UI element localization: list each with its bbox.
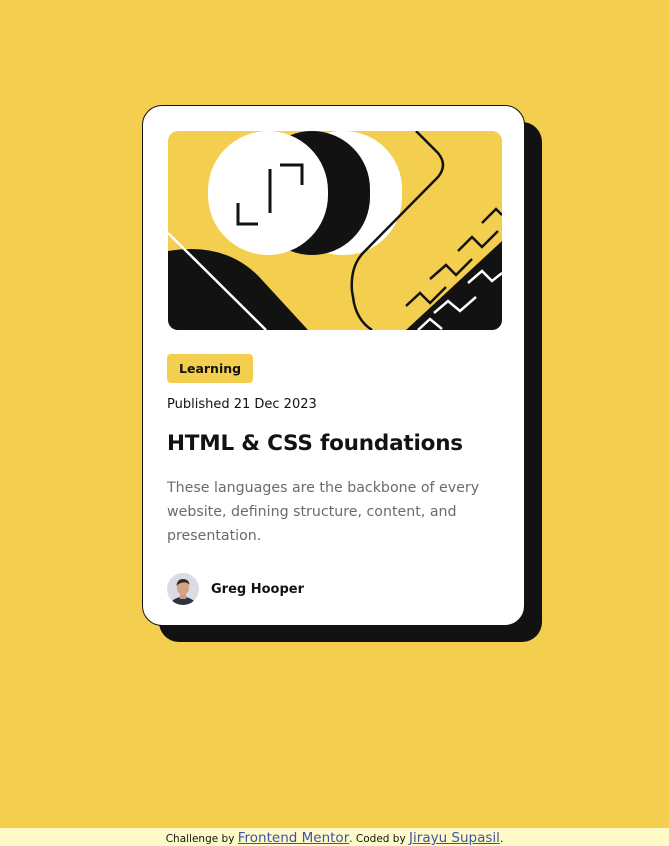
author-link[interactable]: Jirayu Supasil xyxy=(409,830,500,846)
card-title[interactable]: HTML & CSS foundations xyxy=(167,431,463,456)
footer-middle: . Coded by xyxy=(349,833,410,845)
hero-illustration xyxy=(168,131,502,330)
footer-suffix: . xyxy=(499,833,504,845)
category-tag: Learning xyxy=(167,354,254,383)
page: Learning Published 21 Dec 2023 HTML & CS… xyxy=(0,0,669,846)
published-date: Published 21 Dec 2023 xyxy=(167,397,317,412)
attribution-footer: Challenge by Frontend Mentor. Coded by J… xyxy=(0,828,669,846)
footer-prefix: Challenge by xyxy=(165,833,238,845)
frontend-mentor-link[interactable]: Frontend Mentor xyxy=(238,830,349,846)
avatar xyxy=(167,573,199,605)
author-name: Greg Hooper xyxy=(211,581,305,597)
author-row: Greg Hooper xyxy=(167,573,304,605)
card-description: These languages are the backbone of ever… xyxy=(167,480,480,544)
blog-preview-card: Learning Published 21 Dec 2023 HTML & CS… xyxy=(142,105,525,626)
